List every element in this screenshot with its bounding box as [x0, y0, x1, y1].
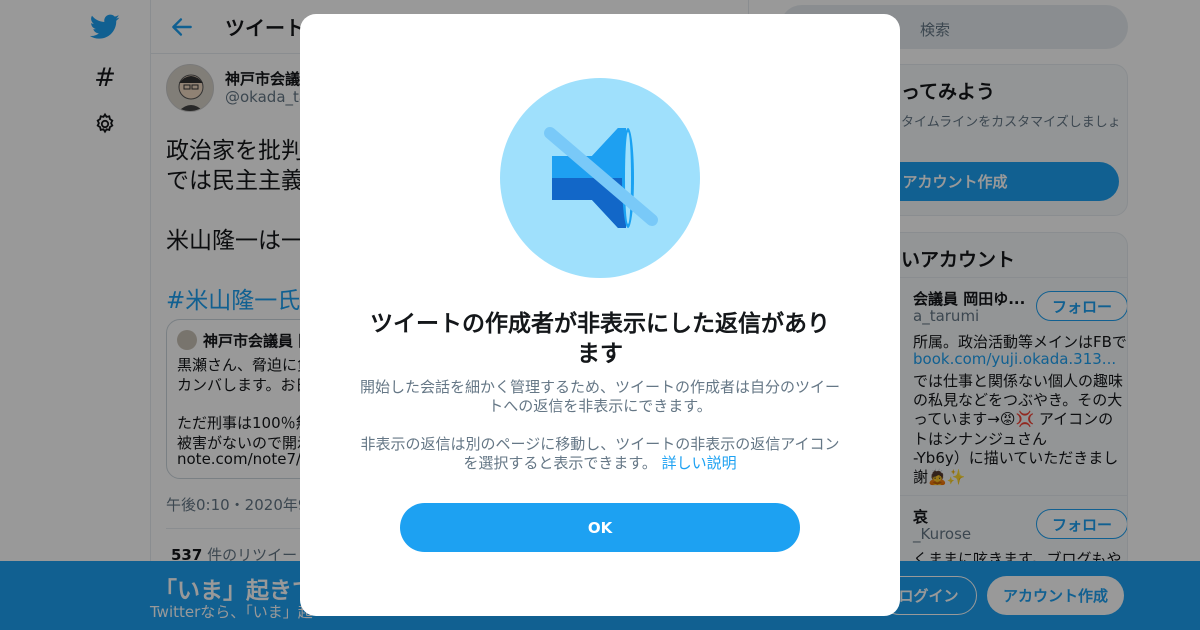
dialog-title: ツイートの作成者が非表示にした返信があります	[370, 311, 830, 367]
dialog-body-text-2: 非表示の返信は別のページに移動し、ツイートの非表示の返信アイコンを選択すると表示…	[360, 435, 840, 472]
learn-more-link[interactable]: 詳しい説明	[662, 454, 737, 472]
hidden-replies-dialog: ツイートの作成者が非表示にした返信があります 開始した会話を細かく管理するため、…	[300, 14, 900, 616]
ok-button[interactable]: OK	[400, 503, 800, 552]
dialog-body-text: 非表示の返信は別のページに移動し、ツイートの非表示の返信アイコンを選択すると表示…	[360, 435, 840, 473]
muted-speaker-icon	[500, 78, 700, 278]
dialog-body-text: 開始した会話を細かく管理するため、ツイートの作成者は自分のツイートへの返信を非表…	[360, 378, 841, 415]
